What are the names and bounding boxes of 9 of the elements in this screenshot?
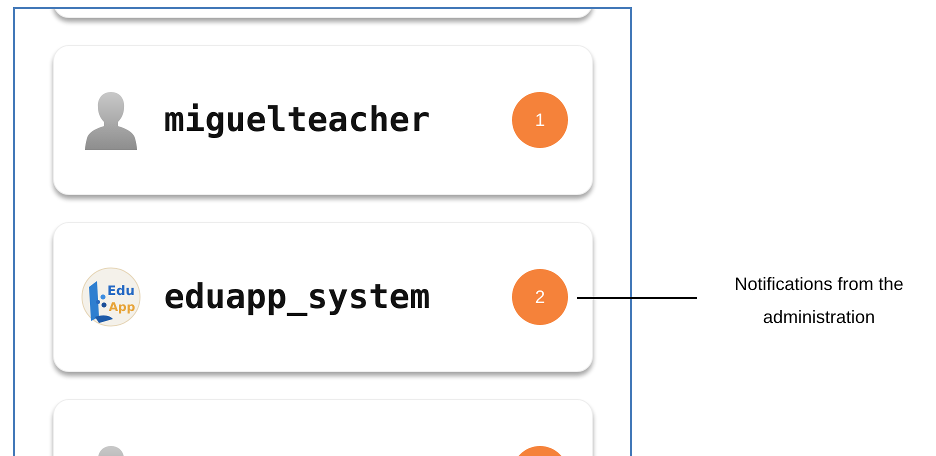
app-logo: Edu App bbox=[81, 267, 141, 327]
contact-name: eduapp_system bbox=[164, 277, 432, 317]
contact-card[interactable]: Edu App eduapp_system 2 bbox=[53, 222, 593, 372]
annotation-text: Notifications from the administration bbox=[733, 273, 905, 329]
unread-count: 1 bbox=[512, 92, 568, 148]
contact-name: miguelteacher bbox=[164, 100, 432, 140]
contact-card[interactable]: miguelteacher 1 bbox=[53, 45, 593, 195]
unread-count: 2 bbox=[512, 269, 568, 325]
person-silhouette-icon bbox=[85, 90, 137, 150]
